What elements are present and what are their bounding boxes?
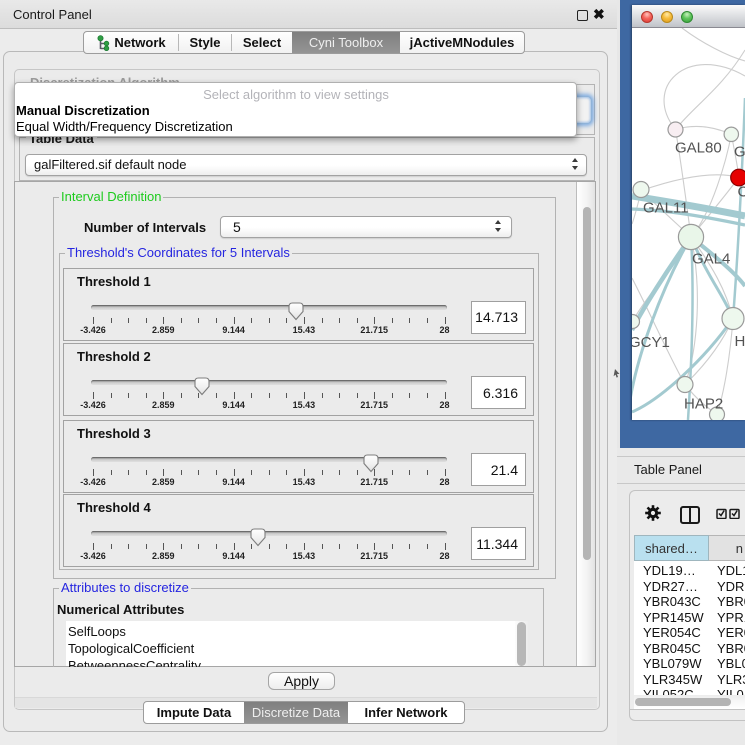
svg-text:H: H xyxy=(735,333,745,350)
svg-text:GAL4: GAL4 xyxy=(692,251,730,268)
svg-text:GAL11: GAL11 xyxy=(643,200,689,217)
svg-text:GCY1: GCY1 xyxy=(632,334,670,351)
svg-text:HAP2: HAP2 xyxy=(684,396,723,413)
svg-text:GAL80: GAL80 xyxy=(675,139,722,156)
svg-text:GA: GA xyxy=(734,143,745,160)
svg-text:C: C xyxy=(738,184,745,201)
